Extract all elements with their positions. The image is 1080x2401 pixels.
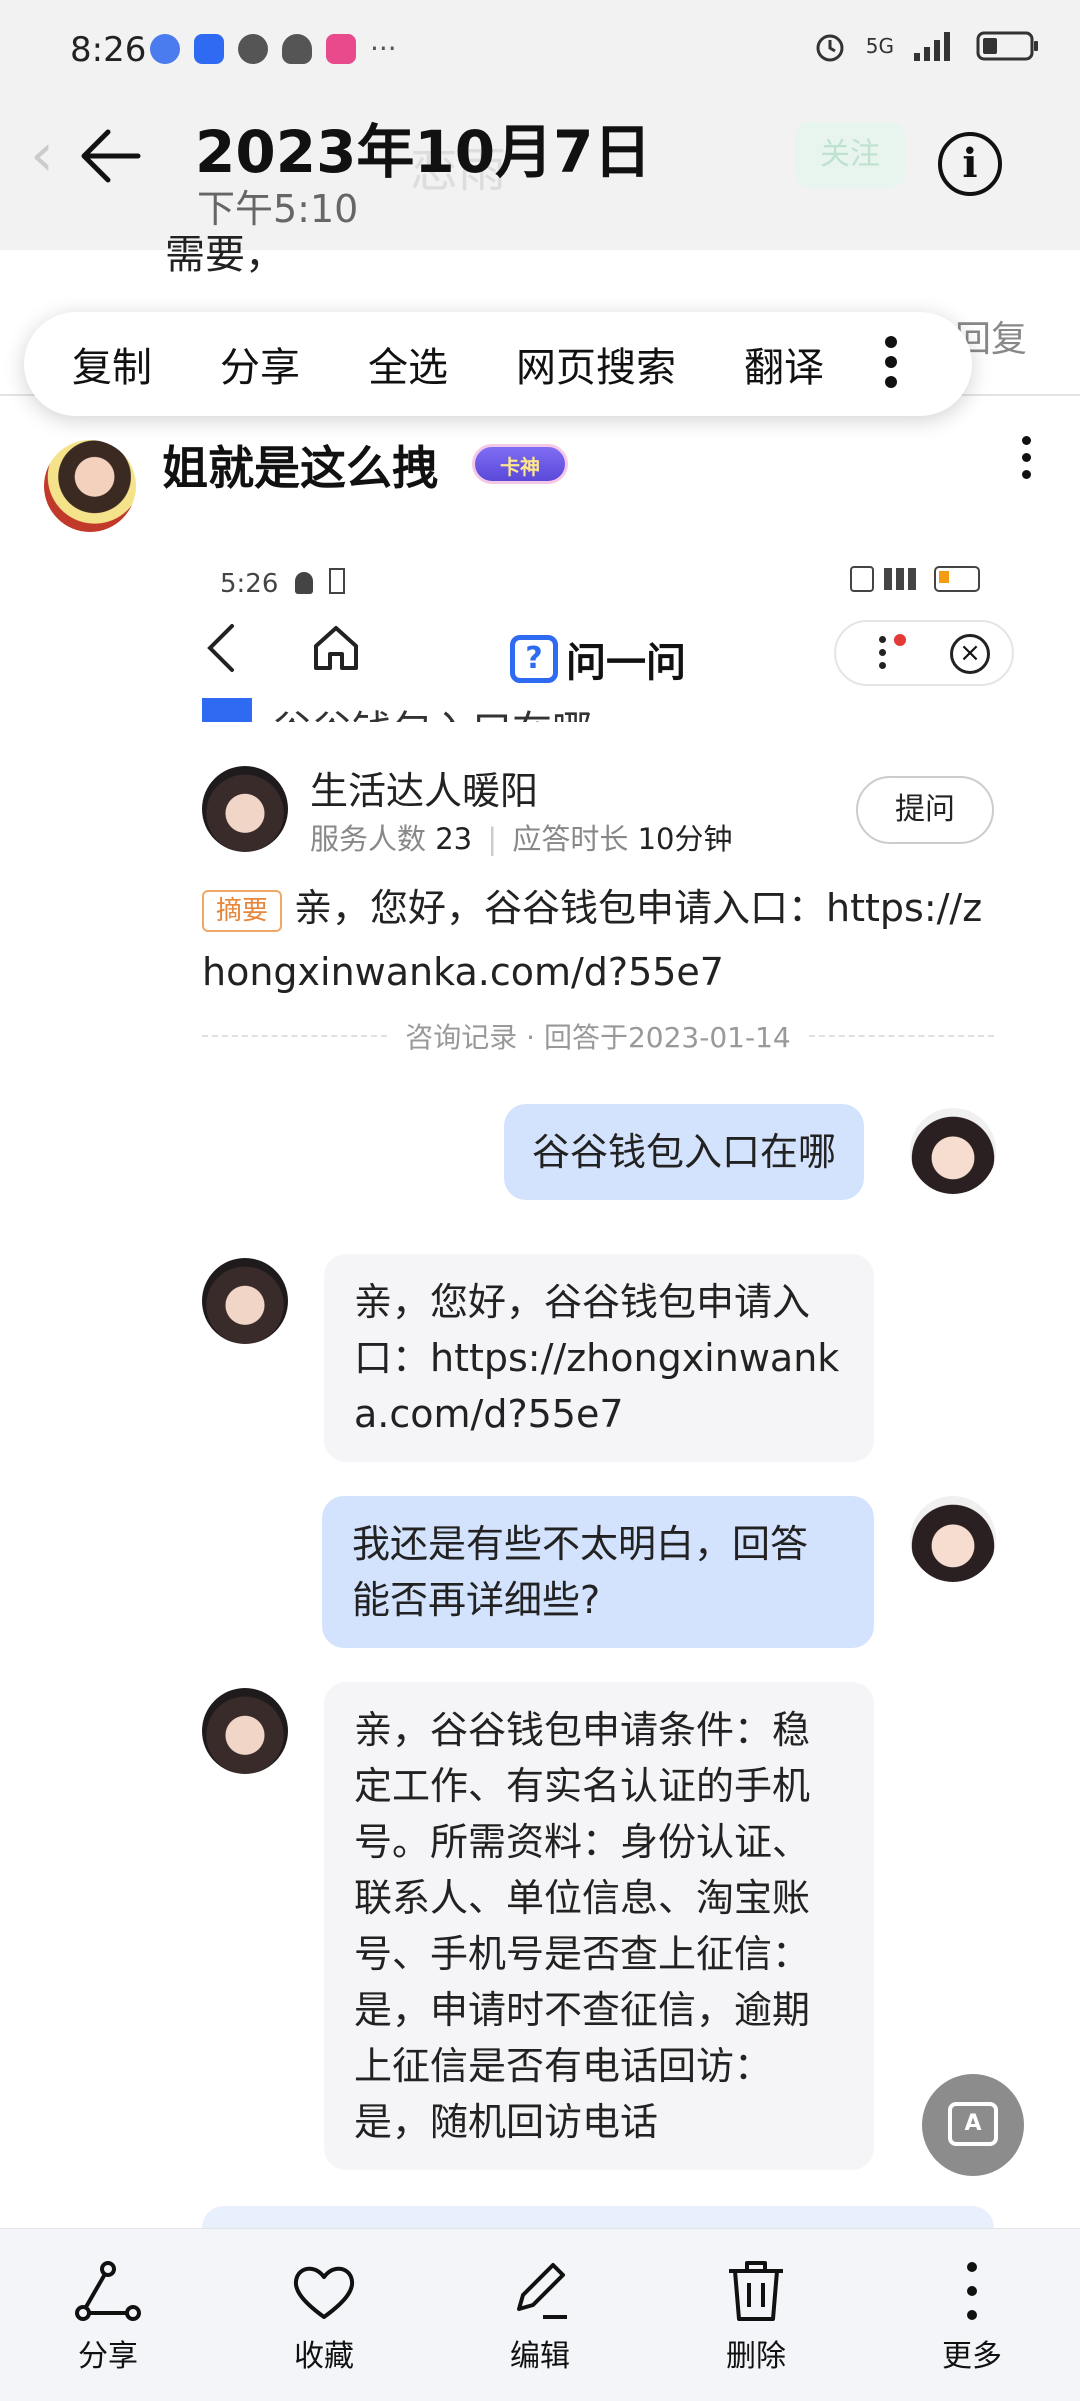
battery-low-icon: [934, 566, 980, 592]
menu-translate[interactable]: 翻译: [744, 335, 824, 393]
answer-summary: 摘要 亲，您好，谷谷钱包申请入口：https://zhongxinwanka.co…: [202, 876, 992, 1004]
network-label: 5G: [865, 34, 894, 58]
menu-web-search[interactable]: 网页搜索: [516, 335, 676, 393]
chat-notification-icon: [238, 33, 268, 64]
notification-dot: [894, 634, 906, 646]
back-arrow-icon: [81, 129, 141, 183]
post-more-icon[interactable]: [1020, 436, 1032, 487]
summary-tag: 摘要: [202, 889, 283, 932]
embedded-back-button[interactable]: [202, 620, 242, 680]
home-icon: [314, 626, 358, 670]
author-avatar[interactable]: [44, 440, 136, 532]
signal-icon: [914, 32, 950, 61]
previous-comment-text: 需要，: [165, 232, 285, 278]
expert-avatar[interactable]: [202, 766, 288, 852]
share-button[interactable]: 分享: [8, 2229, 208, 2401]
info-button[interactable]: i: [938, 132, 1002, 196]
embedded-capsule-menu: ×: [834, 620, 1014, 686]
text-recognition-button[interactable]: A: [922, 2074, 1024, 2176]
expert-avatar: [202, 1688, 288, 1774]
menu-select-all[interactable]: 全选: [368, 335, 448, 393]
edit-button[interactable]: 编辑: [440, 2229, 640, 2401]
author-badge: 卡神: [472, 444, 568, 484]
more-notifications: ···: [370, 32, 397, 65]
consult-record-divider: 咨询记录 · 回答于2023-01-14: [202, 1018, 994, 1054]
bottom-action-bar: 分享 收藏 编辑 删除 更多: [0, 2228, 1080, 2401]
embedded-app-name: 问一问: [566, 640, 686, 686]
qq-notification-icon: [282, 33, 312, 64]
embedded-app-title: ? 问一问: [510, 630, 686, 688]
cut-off-question-title: 谷谷钱包入口在哪: [202, 698, 592, 722]
scan-text-icon: A: [948, 2102, 998, 2146]
user-avatar: [910, 1496, 996, 1582]
expert-avatar: [202, 1258, 288, 1344]
alarm-icon: [816, 34, 844, 62]
battery-small-icon: [328, 568, 345, 594]
user-message: 我还是有些不太明白，回答能否再详细些?: [322, 1496, 874, 1648]
expert-name: 生活达人暖阳: [310, 769, 539, 813]
app-notification-icon: [194, 33, 224, 64]
edit-icon: [517, 2263, 567, 2319]
wenyiwen-logo-icon: ?: [510, 635, 558, 683]
menu-share[interactable]: 分享: [220, 335, 300, 393]
favorite-button[interactable]: 收藏: [224, 2229, 424, 2401]
bell-icon: [294, 572, 313, 594]
text-selection-menu: 复制 分享 全选 网页搜索 翻译: [24, 312, 972, 416]
embedded-status-time: 5:26: [220, 569, 279, 599]
status-time: 8:26: [70, 30, 147, 70]
author-name[interactable]: 姐就是这么拽: [162, 432, 438, 498]
signal-small-icon: [884, 568, 924, 590]
notification-icons: ···: [150, 32, 397, 65]
page-title: 2023年10月7日: [195, 118, 652, 186]
app-notification-icon: [150, 33, 180, 64]
embedded-status-bar: 5:26: [220, 568, 345, 599]
ghost-back-icon: ‹: [30, 120, 54, 190]
share-icon: [75, 2261, 141, 2321]
more-button[interactable]: 更多: [872, 2229, 1072, 2401]
expert-stats: 服务人数 23 | 应答时长 10分钟: [310, 822, 733, 856]
embedded-home-button[interactable]: [310, 620, 362, 680]
next-message-partial: [202, 2206, 994, 2228]
menu-more-icon[interactable]: [884, 336, 898, 396]
user-avatar: [910, 1108, 996, 1194]
capsule-more-icon[interactable]: [878, 636, 886, 675]
delete-button[interactable]: 删除: [656, 2229, 856, 2401]
battery-icon: [976, 31, 1038, 61]
app-notification-icon: [326, 33, 356, 64]
embedded-status-right: [850, 566, 980, 592]
expert-message: 亲，谷谷钱包申请条件：稳定工作、有实名认证的手机号。所需资料：身份认证、联系人、…: [324, 1682, 874, 2170]
ask-button[interactable]: 提问: [856, 776, 994, 844]
menu-copy[interactable]: 复制: [72, 335, 152, 393]
close-icon[interactable]: ×: [950, 634, 990, 674]
chevron-left-icon: [207, 624, 234, 672]
trash-icon: [729, 2261, 783, 2321]
embedded-screenshot[interactable]: 5:26 ? 问一问 × 谷谷钱包入口在哪 生活达人暖阳 服务人数 23 | 应…: [160, 548, 1040, 2228]
user-message: 谷谷钱包入口在哪: [504, 1104, 865, 1200]
heart-icon: [293, 2266, 355, 2319]
summary-text: 亲，您好，谷谷钱包申请入口：https://zhongxinwanka.com/…: [202, 886, 983, 994]
status-icons-right: 5G: [812, 28, 1040, 64]
more-icon: [967, 2262, 977, 2320]
expert-message: 亲，您好，谷谷钱包申请入口：https://zhongxinwanka.com/…: [324, 1254, 874, 1462]
nfc-icon: [850, 566, 874, 592]
back-button[interactable]: [78, 126, 142, 190]
ghost-follow-button: 关注: [795, 122, 905, 188]
